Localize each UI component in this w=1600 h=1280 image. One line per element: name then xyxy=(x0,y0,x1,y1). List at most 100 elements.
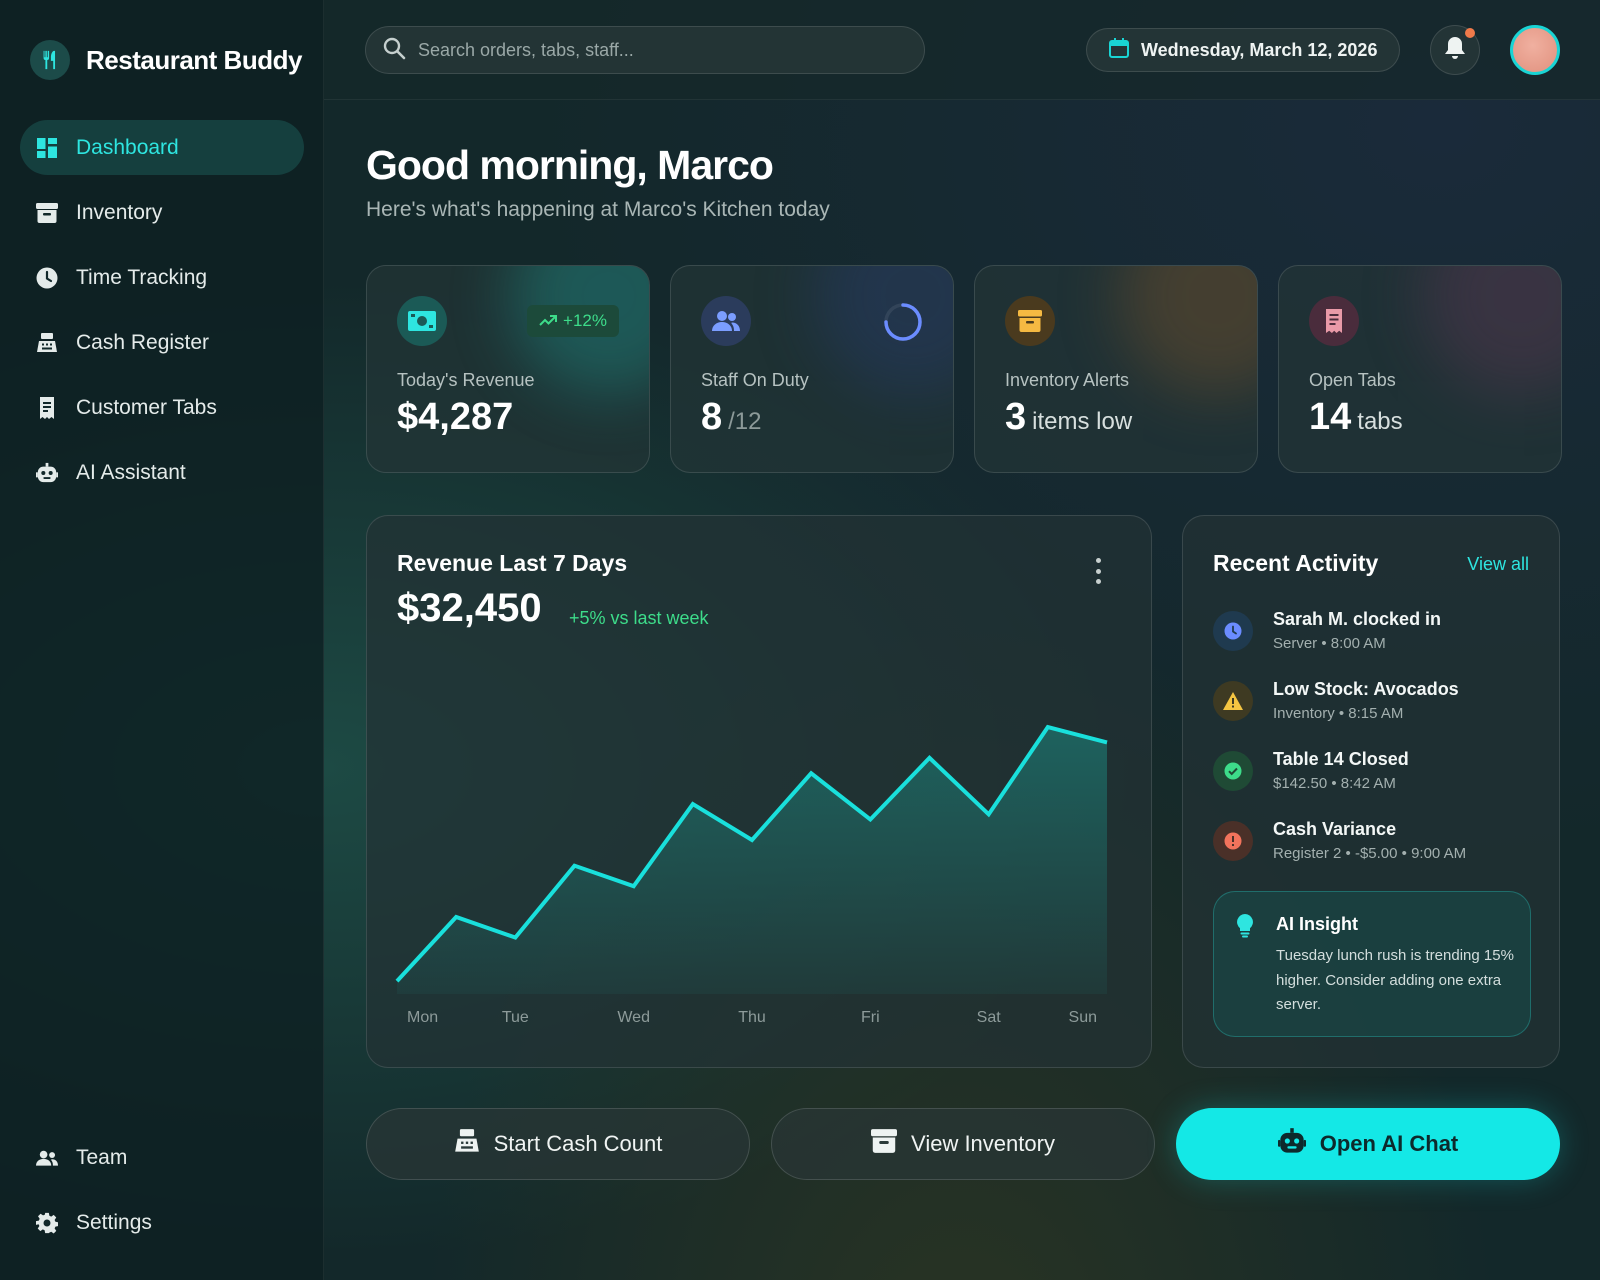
lightbulb-icon xyxy=(1236,914,1254,943)
sidebar-item-team[interactable]: Team xyxy=(20,1130,304,1185)
archive-box-icon xyxy=(1005,296,1055,346)
date-picker[interactable]: Wednesday, March 12, 2026 xyxy=(1086,28,1400,72)
alerts-count: 3 xyxy=(1005,396,1027,438)
ai-insight-panel[interactable]: AI Insight Tuesday lunch rush is trendin… xyxy=(1213,891,1531,1037)
staff-total: /12 xyxy=(728,408,762,435)
activity-title: Sarah M. clocked in xyxy=(1273,609,1442,629)
page-title: Good morning, Marco xyxy=(366,142,774,188)
search-input[interactable] xyxy=(418,39,898,61)
view-inventory-button[interactable]: View Inventory xyxy=(771,1108,1155,1180)
stat-value: 8 /12 xyxy=(701,396,762,439)
list-item[interactable]: Cash Variance Register 2 • -$5.00 • 9:00… xyxy=(1213,819,1543,889)
activity-meta: Server • 8:00 AM xyxy=(1273,635,1386,652)
chart-title: Revenue Last 7 Days xyxy=(397,550,628,576)
stat-value: 3 items low xyxy=(1005,396,1132,439)
clock-icon xyxy=(36,267,58,289)
utensils-icon xyxy=(30,40,70,80)
sidebar-item-label: Team xyxy=(76,1145,128,1169)
search-bar[interactable] xyxy=(365,26,925,74)
sidebar-item-label: Dashboard xyxy=(76,135,179,159)
chart-total: $32,450 xyxy=(397,586,542,630)
button-label: Start Cash Count xyxy=(493,1131,663,1156)
search-icon xyxy=(382,36,406,65)
x-tick-label: Wed xyxy=(617,1009,650,1026)
activity-meta: Inventory • 8:15 AM xyxy=(1273,705,1404,722)
sidebar-item-label: Cash Register xyxy=(76,330,210,354)
recent-activity-card: Recent Activity View all Sarah M. clocke… xyxy=(1182,515,1560,1068)
list-item[interactable]: Low Stock: Avocados Inventory • 8:15 AM xyxy=(1213,679,1543,749)
trending-up-icon xyxy=(539,311,558,331)
stat-label: Today's Revenue xyxy=(397,370,535,390)
archive-box-icon xyxy=(36,202,58,224)
activity-title: Low Stock: Avocados xyxy=(1273,679,1459,699)
activity-title: Recent Activity xyxy=(1213,550,1379,576)
stat-card-inventory-alerts[interactable]: Inventory Alerts 3 items low xyxy=(974,265,1258,473)
sidebar-item-label: Inventory xyxy=(76,200,163,224)
start-cash-count-button[interactable]: Start Cash Count xyxy=(366,1108,750,1180)
archive-box-icon xyxy=(871,1129,898,1159)
activity-title: Table 14 Closed xyxy=(1273,749,1409,769)
sidebar-nav: Dashboard Inventory Time Tracking Cash R… xyxy=(20,120,304,510)
notifications-button[interactable] xyxy=(1430,25,1480,75)
sidebar-item-label: Customer Tabs xyxy=(76,395,217,419)
current-date: Wednesday, March 12, 2026 xyxy=(1141,39,1378,60)
receipt-icon xyxy=(1309,296,1359,346)
staff-count: 8 xyxy=(701,396,723,438)
list-item[interactable]: Table 14 Closed $142.50 • 8:42 AM xyxy=(1213,749,1543,819)
stat-value: $4,287 xyxy=(397,396,513,439)
page-subtitle: Here's what's happening at Marco's Kitch… xyxy=(366,198,830,221)
button-label: View Inventory xyxy=(911,1131,1055,1156)
stat-card-staff[interactable]: Staff On Duty 8 /12 xyxy=(670,265,954,473)
stat-label: Staff On Duty xyxy=(701,370,809,390)
robot-icon xyxy=(36,462,58,484)
sidebar-bottom-nav: Team Settings xyxy=(20,1130,304,1260)
avatar[interactable] xyxy=(1510,25,1560,75)
brand[interactable]: Restaurant Buddy xyxy=(30,40,302,80)
open-ai-chat-button[interactable]: Open AI Chat xyxy=(1176,1108,1560,1180)
calendar-icon xyxy=(1109,37,1129,63)
revenue-chart-card: Mon Tue Wed Thu Fri Sat Sun Revenue Last 7 Day… xyxy=(366,515,1152,1068)
insight-title: AI Insight xyxy=(1276,914,1358,934)
notification-dot xyxy=(1465,28,1475,38)
warning-icon xyxy=(1213,681,1253,721)
sidebar-item-ai-assistant[interactable]: AI Assistant xyxy=(20,445,304,500)
activity-list: Sarah M. clocked in Server • 8:00 AM Low… xyxy=(1213,609,1543,889)
view-all-link[interactable]: View all xyxy=(1467,554,1529,575)
gear-icon xyxy=(36,1212,58,1234)
activity-title: Cash Variance xyxy=(1273,819,1397,839)
bell-icon xyxy=(1444,36,1466,65)
sidebar-item-inventory[interactable]: Inventory xyxy=(20,185,304,240)
activity-meta: Register 2 • -$5.00 • 9:00 AM xyxy=(1273,845,1467,862)
sidebar-item-settings[interactable]: Settings xyxy=(20,1195,304,1250)
stat-card-open-tabs[interactable]: Open Tabs 14 tabs xyxy=(1278,265,1562,473)
button-label: Open AI Chat xyxy=(1319,1131,1459,1156)
loading-spinner-icon xyxy=(884,303,922,341)
revenue-value: $4,287 xyxy=(397,396,514,438)
dashboard-icon xyxy=(36,137,58,159)
x-tick-label: Mon xyxy=(407,1009,438,1026)
sidebar-item-time-tracking[interactable]: Time Tracking xyxy=(20,250,304,305)
sidebar-item-customer-tabs[interactable]: Customer Tabs xyxy=(20,380,304,435)
sidebar-item-dashboard[interactable]: Dashboard xyxy=(20,120,304,175)
stat-card-revenue[interactable]: +12% Today's Revenue $4,287 xyxy=(366,265,650,473)
app-name: Restaurant Buddy xyxy=(86,44,302,75)
x-tick-label: Fri xyxy=(861,1009,880,1026)
sidebar-item-cash-register[interactable]: Cash Register xyxy=(20,315,304,370)
card-glow xyxy=(1421,266,1561,396)
stat-value: 14 tabs xyxy=(1309,396,1403,439)
sidebar-item-label: Settings xyxy=(76,1210,152,1234)
cash-register-icon xyxy=(454,1128,480,1160)
top-bar: Wednesday, March 12, 2026 xyxy=(324,0,1600,100)
sidebar-item-label: Time Tracking xyxy=(76,265,208,289)
tabs-unit: tabs xyxy=(1357,408,1403,435)
more-options-icon[interactable] xyxy=(1093,558,1103,584)
trend-value: +12% xyxy=(563,311,607,330)
robot-icon xyxy=(1277,1128,1306,1160)
tabs-count: 14 xyxy=(1309,396,1352,438)
chart-area-fill xyxy=(397,727,1107,994)
sidebar: Restaurant Buddy Dashboard Inventory Tim… xyxy=(0,0,324,1280)
list-item[interactable]: Sarah M. clocked in Server • 8:00 AM xyxy=(1213,609,1543,679)
sidebar-item-label: AI Assistant xyxy=(76,460,186,484)
check-circle-icon xyxy=(1213,751,1253,791)
stat-label: Inventory Alerts xyxy=(1005,370,1130,390)
